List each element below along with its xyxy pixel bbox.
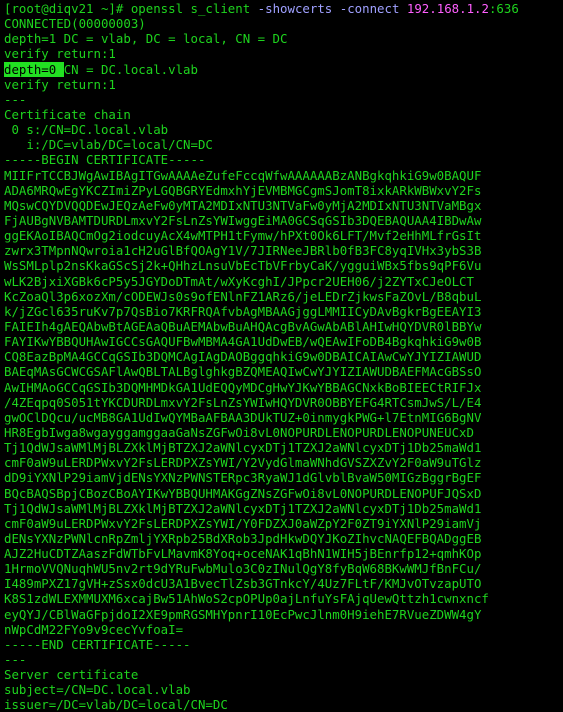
output-line: nWpCdM22FYo9v9cecYvfoaI= [4, 621, 184, 637]
output-line: -----END CERTIFICATE----- [4, 636, 191, 652]
output-line: Tj1QdWJsaWMlMjBLZXklMjBTZXJ2aWNlcyxDTj1T… [4, 440, 482, 456]
output-line: CQ8EazBpMA4GCCqGSIb3DQMCAgIAgDAOBggqhkiG… [4, 349, 482, 365]
option-showcerts: -showcerts [257, 1, 333, 16]
output-line: k/jZGcl635ruKv7p7QsBio7KRFRQAfvbAgMBAAGj… [4, 303, 482, 319]
output-line: subject=/CN=DC.local.vlab [4, 682, 191, 698]
output-line: HR8EgbIwga8wgayggamggaaGaNsZGFwOi8vL0NOP… [4, 424, 474, 440]
output-line: -----BEGIN CERTIFICATE----- [4, 152, 206, 168]
output-line: BAEqMAsGCWCGSAFlAwQBLTALBglghkgBZQMEAQIw… [4, 364, 482, 380]
terminal-window[interactable]: [root@diqv21 ~]# openssl s_client -showc… [0, 0, 563, 712]
output-line: AJZ2HuCDTZAaszFdWTbFvLMavmK8Yoq+oceNAK1q… [4, 546, 482, 562]
output-text: CN = DC.local.vlab [63, 61, 198, 77]
output-line: 1HrmoVVQNuqhWU5nv2rt9dYRuFwbMulo3C0zINul… [4, 561, 482, 577]
output-line: dD9iYXNlP29iamVjdENsYXNzPWNSTERpc3RyaWJ1… [4, 470, 482, 486]
output-line: gwOClDQcu/ucMB8GA1UdIwQYMBaAFBAA3DUkTUZ+… [4, 409, 482, 425]
output-line: MIIFrTCCBJWgAwIBAgITGwAAAAeZufeFccqWfwAA… [4, 167, 482, 183]
output-line: eyQYJ/CBlWaGFpjdoI2XE9pmRGSMHYpnrI10EcPw… [4, 606, 482, 622]
output-line: i:/DC=vlab/DC=local/CN=DC [4, 137, 213, 153]
output-line: depth=1 DC = vlab, DC = local, CN = DC [4, 31, 288, 47]
text-selection[interactable]: depth=0 [4, 61, 64, 77]
output-line: 0 s:/CN=DC.local.vlab [4, 122, 169, 138]
output-line: verify return:1 [4, 46, 116, 62]
highlighted-output-line: depth=0 CN = DC.local.vlab [4, 61, 563, 77]
output-line: FjAUBgNVBAMTDURDLmxvY2FsLnZsYWIwggEiMA0G… [4, 212, 482, 228]
output-line: /4ZEqpq0S051tYKCDURDLmxvY2FsLnZsYWIwHQYD… [4, 394, 482, 410]
output-line: MQswCQYDVQQDEwJEQzAeFw0yMTA2MDIxNTU3NTVa… [4, 197, 482, 213]
output-line: cmF0aW9uLERDPWxvY2FsLERDPXZsYWI/Y0FDZXJ0… [4, 515, 482, 531]
terminal-output: verify return:1 --- Certificate chain 0 s:… [4, 77, 563, 712]
output-line: K8S1zdWLEXMMUXM6xcajBw51AhWoS2cpOPUp0ajL… [4, 591, 489, 607]
output-line: dENsYXNzPWNlcnRpZmljYXRpb25BdXRob3JpdHkw… [4, 530, 482, 546]
output-line: FAIEIh4gAEQAbwBtAGEAaQBuAEMAbwBuAHQAcgBv… [4, 318, 482, 334]
output-line: BQcBAQSBpjCBozCBoAYIKwYBBQUHMAKGgZNsZGFw… [4, 485, 482, 501]
option-connect: -connect [339, 1, 400, 16]
output-line: WsSMLplp2nsKkaGScSj2k+QHhzLnsuVbEcTbVFrb… [4, 258, 482, 274]
output-line: Server certificate [4, 667, 139, 683]
output-line: wLK2BjxiXGBk6cP5y5JGYDoDTmAt/wXyKcghI/JP… [4, 273, 474, 289]
output-line: ADA6MRQwEgYKCZImiZPyLGQBGRYEdmxhYjEVMBMG… [4, 182, 482, 198]
port: :636 [488, 1, 519, 16]
output-line: issuer=/DC=vlab/DC=local/CN=DC [4, 697, 228, 712]
command-line: [root@diqv21 ~]# openssl s_client -showc… [4, 1, 563, 16]
output-line: --- [4, 652, 27, 668]
output-line: KcZoaQl3p6xozXm/cODEWJs0s9ofENlnFZ1ARz6/… [4, 288, 482, 304]
output-line: ggEKAoIBAQCmOg2iodcuyAcX4wMTPH1tFymw/hPX… [4, 228, 482, 244]
output-line: verify return:1 [4, 76, 116, 92]
output-line: FAYIKwYBBQUHAwIGCCsGAQUFBwMBMA4GA1UdDwEB… [4, 334, 482, 350]
shell-prompt: [root@diqv21 ~]# [4, 1, 131, 16]
output-line: zwrx3TMpnNQwroia1cH2uGlBfQOAgY1V/7JIRNee… [4, 243, 482, 259]
output-line: Certificate chain [4, 106, 131, 122]
command-program: openssl s_client [130, 1, 258, 16]
output-line: --- [4, 91, 27, 107]
output-line: I489mPXZ17gVH+zSsx0dcU3A1BvecTlZsb3GTnkc… [4, 576, 482, 592]
output-line: AwIHMAoGCCqGSIb3DQMHMDkGA1UdEQQyMDCgHwYJ… [4, 379, 482, 395]
output-line: Tj1QdWJsaWMlMjBLZXklMjBTZXJ2aWNlcyxDTj1T… [4, 500, 482, 516]
output-line: CONNECTED(00000003) [4, 16, 146, 32]
output-line: cmF0aW9uLERDPWxvY2FsLERDPXZsYWI/Y2VydGlm… [4, 455, 482, 471]
ip-address: 192.168.1.2 [406, 1, 489, 16]
